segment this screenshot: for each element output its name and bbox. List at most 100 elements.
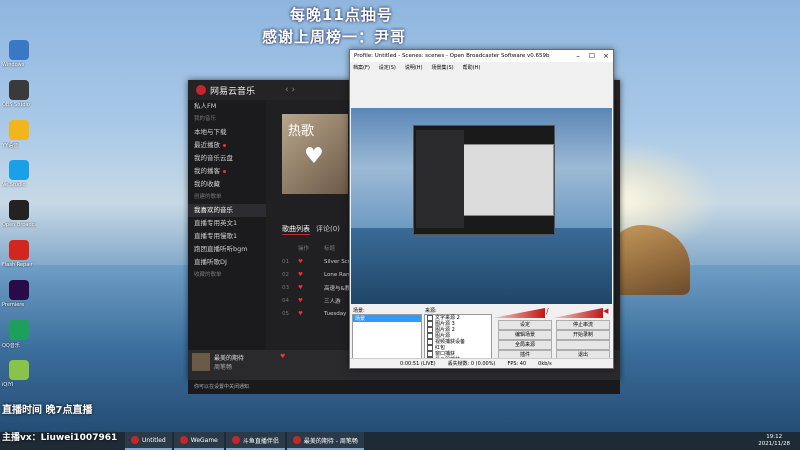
- obs-menu-item[interactable]: 档案(F): [353, 64, 370, 71]
- obs-button[interactable]: 开始录制: [556, 330, 610, 340]
- window-controls: – ☐ ×: [571, 52, 613, 60]
- notify-dot-icon: [223, 170, 226, 173]
- obs-button[interactable]: [556, 340, 610, 350]
- obs-menu-item[interactable]: 帮助(H): [463, 64, 481, 71]
- tab-song-list[interactable]: 歌曲列表: [282, 224, 310, 235]
- maximize-icon[interactable]: ☐: [585, 52, 599, 60]
- sidebar-item[interactable]: 我喜欢的音乐: [188, 204, 266, 217]
- app-icon: [9, 280, 29, 300]
- taskbar-label: WeGame: [190, 436, 218, 444]
- like-icon[interactable]: ♥: [298, 272, 318, 278]
- scene-item[interactable]: 场景: [353, 315, 421, 322]
- desktop-icon-label: Ve Studio: [2, 182, 26, 188]
- taskbar-item[interactable]: 最美的期待 - 周笔畅: [286, 432, 364, 450]
- app-icon: [9, 80, 29, 100]
- audio-meter-left: [493, 308, 545, 318]
- obs-menu-item[interactable]: 场景集(S): [432, 64, 454, 71]
- like-icon[interactable]: ♥: [298, 285, 318, 291]
- obs-menu-item[interactable]: 说明(H): [405, 64, 423, 71]
- obs-window[interactable]: Profile: Untitled - Scenes: scenes - Ope…: [349, 49, 614, 369]
- close-icon[interactable]: ×: [599, 52, 613, 60]
- desktop-icon-label: Windows: [2, 62, 25, 68]
- taskbar-item[interactable]: Untitled: [125, 432, 172, 450]
- sidebar-item[interactable]: 最近播放: [188, 139, 266, 152]
- sidebar-item[interactable]: 直播专用英文1: [188, 217, 266, 230]
- desktop-icon[interactable]: Flash Repair: [2, 240, 36, 280]
- sidebar-item-label: 我的播客: [194, 167, 220, 175]
- status-fps: FPS: 40: [507, 360, 527, 367]
- row-number: 05: [282, 311, 289, 317]
- sidebar-item-label: 直播听歌DJ: [194, 258, 227, 266]
- mic-icon[interactable]: /: [546, 307, 549, 316]
- desktop-icon[interactable]: OBS Studio: [2, 80, 36, 120]
- like-icon[interactable]: ♥: [298, 311, 318, 317]
- preview-inner-music: [416, 130, 464, 228]
- obs-button[interactable]: 停止串流: [556, 320, 610, 330]
- song-title: 三人游: [324, 299, 341, 305]
- obs-menu-item[interactable]: 设定(S): [379, 64, 396, 71]
- sidebar-item-label: 私人FM: [194, 102, 217, 110]
- sidebar-item-label: 我的音乐: [194, 116, 217, 122]
- sidebar-item[interactable]: 我的收藏: [188, 178, 266, 191]
- desktop-icon[interactable]: Ve Studio: [2, 160, 36, 200]
- sidebar-item[interactable]: 私人FM: [188, 100, 266, 113]
- desktop-icon[interactable]: iQIYI: [2, 360, 36, 400]
- banner-line2: 感谢上周榜一：尹哥: [262, 28, 407, 46]
- app-icon: [9, 40, 29, 60]
- clock-date: 2021/11/28: [758, 441, 790, 447]
- sidebar-section: 收藏的歌单: [188, 269, 266, 282]
- table-header: 操作 标题: [282, 242, 335, 254]
- obs-title: Profile: Untitled - Scenes: scenes - Ope…: [354, 53, 550, 59]
- row-number: 01: [282, 259, 289, 265]
- app-icon: [9, 240, 29, 260]
- app-icon: [9, 320, 29, 340]
- sidebar-item-label: 我喜欢的音乐: [194, 206, 233, 214]
- obs-button[interactable]: 设定: [498, 320, 552, 330]
- taskbar-item[interactable]: 斗鱼直播伴侣: [225, 432, 285, 450]
- taskbar-item[interactable]: WeGame: [173, 432, 224, 450]
- row-number: 04: [282, 298, 289, 304]
- nav-back-icon[interactable]: ‹ ›: [285, 85, 295, 95]
- heart-icon: ♥: [304, 144, 324, 169]
- sources-label: 来源:: [425, 308, 437, 314]
- now-playing-cover: [192, 353, 210, 371]
- speaker-icon[interactable]: ◀: [603, 307, 608, 315]
- tab-comments[interactable]: 评论(0): [316, 224, 340, 235]
- col-action: 操作: [298, 246, 310, 252]
- desktop-icon[interactable]: QQ音乐: [2, 320, 36, 360]
- desktop-icon-label: Open Broadcaster: [2, 222, 36, 228]
- desktop-icon-label: iQIYI: [2, 382, 14, 388]
- table-row[interactable]: 05 ♥ Tuesday: [282, 308, 346, 320]
- sidebar-item[interactable]: 跑团直播听听bgm: [188, 243, 266, 256]
- like-icon[interactable]: ♥: [298, 298, 318, 304]
- audio-meter-right: [553, 308, 603, 318]
- obs-button[interactable]: 全局来源: [498, 340, 552, 350]
- like-icon[interactable]: ♥: [298, 259, 318, 265]
- table-row[interactable]: 02 ♥ Lone Ranger: [282, 269, 359, 281]
- music-app-name: 网易云音乐: [210, 86, 256, 97]
- desktop-icon-label: Premiere: [2, 302, 25, 308]
- sidebar-section: 创建的歌单: [188, 191, 266, 204]
- sidebar-item[interactable]: 直播专用慢歌1: [188, 230, 266, 243]
- desktop-icon[interactable]: Premiere: [2, 280, 36, 320]
- sidebar-item-label: 我的收藏: [194, 180, 220, 188]
- taskbar-clock[interactable]: 19:12 2021/11/28: [758, 434, 800, 448]
- app-icon: [9, 200, 29, 220]
- obs-button[interactable]: 编辑场景: [498, 330, 552, 340]
- album-cover: 热歌 ♥: [282, 114, 348, 194]
- sidebar-item-label: 我的音乐云盘: [194, 154, 233, 162]
- desktop-icon[interactable]: YY语音: [2, 120, 36, 160]
- row-number: 02: [282, 272, 289, 278]
- sidebar-item[interactable]: 直播听歌DJ: [188, 256, 266, 269]
- player-heart-icon[interactable]: ♥: [280, 353, 285, 360]
- sidebar-item[interactable]: 我的播客: [188, 165, 266, 178]
- minimize-icon[interactable]: –: [571, 52, 585, 60]
- table-row[interactable]: 04 ♥ 三人游: [282, 295, 341, 307]
- desktop-icon[interactable]: Windows: [2, 40, 36, 80]
- notify-dot-icon: [223, 144, 226, 147]
- sidebar-item[interactable]: 本地与下载: [188, 126, 266, 139]
- table-row[interactable]: 03 ♥ 高速与&教室: [282, 282, 356, 294]
- preview-desktop-capture: [413, 125, 555, 235]
- sidebar-item[interactable]: 我的音乐云盘: [188, 152, 266, 165]
- desktop-icon[interactable]: Open Broadcaster: [2, 200, 36, 240]
